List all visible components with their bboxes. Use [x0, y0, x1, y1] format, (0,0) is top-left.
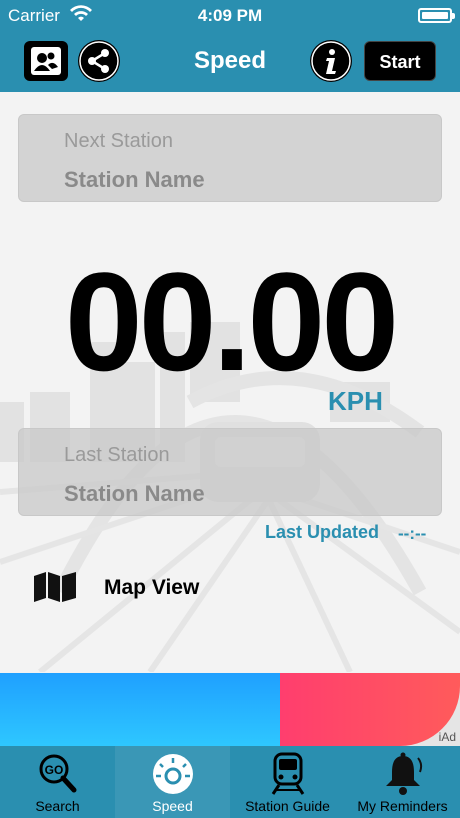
bell-icon	[385, 752, 422, 795]
ad-red-panel	[280, 673, 460, 746]
info-icon	[311, 41, 351, 81]
speed-value: 00.00	[64, 243, 399, 400]
people-button[interactable]	[24, 41, 68, 81]
last-updated-label: Last Updated	[265, 522, 380, 542]
ad-blue-panel	[0, 673, 280, 746]
speed-view: Next Station Station Name 00.00 KPH Last…	[0, 92, 460, 672]
last-station-value: Station Name	[64, 481, 205, 506]
speedometer-icon	[152, 754, 193, 794]
status-time: 4:09 PM	[197, 6, 263, 25]
iad-badge: iAd	[438, 730, 456, 744]
tab-speed-label: Speed	[152, 798, 193, 814]
info-button[interactable]	[310, 40, 352, 82]
train-icon	[271, 752, 304, 795]
tab-search[interactable]: GO Search	[0, 746, 115, 818]
people-icon	[31, 47, 61, 75]
svg-text:GO: GO	[44, 763, 63, 777]
last-updated-value: --:--	[398, 524, 427, 543]
last-station-label: Last Station	[64, 444, 170, 466]
tab-station-guide[interactable]: Station Guide	[230, 746, 345, 818]
speed-unit: KPH	[328, 386, 383, 416]
battery-icon	[418, 8, 452, 23]
tab-bar: GO Search Speed Station Guide My Reminde…	[0, 746, 460, 818]
map-view-label: Map View	[104, 576, 200, 599]
share-button[interactable]	[78, 40, 120, 82]
battery-tip	[452, 13, 455, 19]
status-bar: Carrier 4:09 PM	[0, 0, 460, 32]
start-button[interactable]: Start	[364, 41, 436, 81]
map-icon	[34, 572, 76, 602]
next-station-panel: Next Station Station Name	[18, 114, 442, 202]
ad-banner[interactable]: iAd	[0, 673, 460, 746]
tab-my-reminders[interactable]: My Reminders	[345, 746, 460, 818]
tab-station-guide-label: Station Guide	[245, 798, 330, 814]
tab-speed[interactable]: Speed	[115, 746, 230, 818]
search-go-icon: GO	[39, 754, 76, 793]
next-station-label: Next Station	[64, 130, 173, 152]
share-icon	[79, 41, 119, 81]
last-station-panel: Last Station Station Name	[18, 428, 442, 516]
tab-search-label: Search	[35, 798, 80, 814]
nav-bar: Speed Start	[0, 32, 460, 92]
next-station-value: Station Name	[64, 167, 205, 192]
tab-my-reminders-label: My Reminders	[357, 798, 448, 814]
